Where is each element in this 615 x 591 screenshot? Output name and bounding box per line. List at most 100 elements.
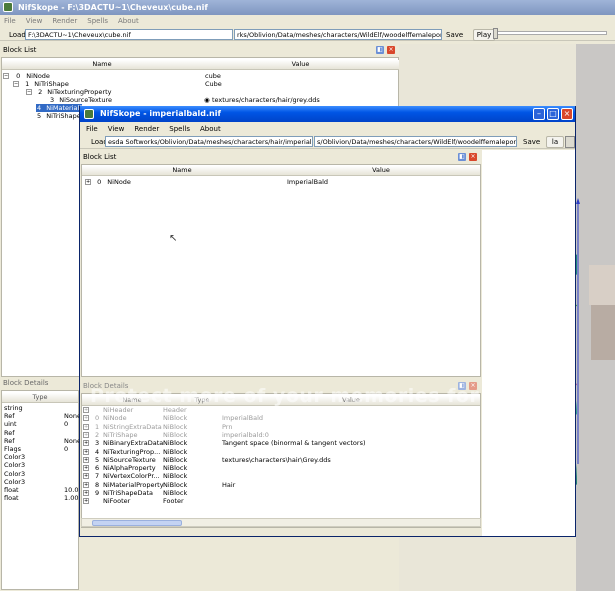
fg-viewport[interactable] — [482, 150, 575, 536]
bg-tree-row[interactable]: − 2 NiTexturingProperty — [26, 88, 393, 96]
bg-details-row[interactable]: Ref None — [4, 412, 81, 420]
bg-menu-render[interactable]: Render — [52, 17, 77, 25]
nifskope-app-icon — [3, 2, 13, 12]
fg-play-button[interactable]: la — [546, 136, 564, 148]
bg-menu-bar: File View Render Spells About — [4, 17, 139, 25]
fg-tree-row[interactable]: + 0 NiNode ImperialBald — [85, 178, 475, 186]
bg-details-row[interactable]: Color3 — [4, 453, 25, 461]
fg-save-button[interactable]: Save — [523, 138, 540, 146]
expand-icon[interactable]: + — [83, 448, 89, 455]
foreground-window: NifSkope - imperialbald.nif – □ × File V… — [79, 106, 576, 537]
bg-details-row[interactable]: Color3 — [4, 478, 25, 486]
bg-details-row[interactable]: Color3 — [4, 470, 25, 478]
bg-details-row[interactable]: Ref None — [4, 437, 81, 445]
fg-details-row[interactable]: + NiHeader Header — [83, 406, 479, 414]
expand-icon[interactable]: + — [83, 431, 89, 438]
fg-menu-render[interactable]: Render — [134, 125, 159, 133]
fg-block-list-float-icon[interactable]: ◧ — [458, 153, 466, 161]
fg-scrollbar-thumb[interactable] — [92, 520, 182, 526]
fg-menu-spells[interactable]: Spells — [169, 125, 190, 133]
expand-icon[interactable]: + — [83, 490, 89, 496]
bg-time-slider-handle[interactable] — [493, 28, 498, 39]
fg-block-list-tree[interactable]: Name Value — [81, 164, 481, 377]
bg-details-row[interactable]: string — [4, 404, 23, 412]
bg-tree-row[interactable]: − 1 NiTriShape Cube — [13, 80, 393, 88]
bg-details-row[interactable]: uint 0 — [4, 420, 68, 428]
fg-details-num: 7 — [95, 472, 100, 481]
bg-details-row[interactable]: float 10.0 — [4, 486, 78, 494]
bg-details-type: Color3 — [4, 453, 26, 462]
expand-icon[interactable]: + — [83, 465, 89, 472]
fg-col-name[interactable]: Name — [82, 166, 282, 176]
bg-menu-about[interactable]: About — [118, 17, 139, 25]
expand-icon[interactable]: + — [83, 423, 89, 430]
bg-row-num: 1 — [25, 80, 30, 88]
bg-details-row[interactable]: Ref — [4, 429, 15, 437]
bg-time-slider[interactable] — [497, 31, 607, 35]
fg-details-row[interactable]: + NiFooter Footer — [83, 497, 479, 505]
fg-details-row[interactable]: +6 NiAlphaProperty NiBlock — [83, 464, 479, 472]
fg-details-type: NiBlock — [163, 489, 188, 497]
bg-tree-row[interactable]: 3 NiSourceTexture ◉ textures/characters/… — [50, 96, 393, 104]
fg-details-row[interactable]: +7 NiVertexColorPr... NiBlock — [83, 472, 479, 480]
fg-details-row[interactable]: +2 NiTriShape NiBlock imperialbald:0 — [83, 431, 479, 439]
collapse-icon[interactable]: − — [26, 89, 32, 95]
fg-save-path-input[interactable]: s/Oblivion/Data/meshes/characters/WildEl… — [314, 136, 517, 147]
fg-details-row[interactable]: +0 NiNode NiBlock ImperialBald — [83, 414, 479, 422]
bg-menu-spells[interactable]: Spells — [87, 17, 108, 25]
collapse-icon[interactable]: − — [13, 81, 19, 87]
expand-icon[interactable]: + — [83, 481, 89, 488]
fg-details-row[interactable]: +5 NiSourceTexture NiBlock textures\charact… — [83, 456, 479, 464]
fg-details-row[interactable]: +4 NiTexturingProp... NiBlock — [83, 448, 479, 456]
bg-load-path-input[interactable]: F:\3DACTU~1\Cheveux\cube.nif — [25, 29, 233, 40]
fg-menu-about[interactable]: About — [200, 125, 221, 133]
bg-col-value[interactable]: Value — [202, 60, 399, 70]
expand-icon[interactable]: + — [83, 456, 89, 463]
bg-block-list-close-icon[interactable]: × — [387, 46, 395, 54]
fg-details-name: NiMaterialProperty — [103, 480, 164, 489]
fg-block-list-close-icon[interactable]: × — [469, 153, 477, 161]
fg-title-bar[interactable]: NifSkope - imperialbald.nif — [80, 106, 575, 122]
fg-details-value: Prn — [222, 422, 233, 431]
fg-details-name: NiFooter — [103, 497, 131, 506]
fg-time-slider-handle[interactable] — [565, 136, 575, 148]
fg-details-value: Hair — [222, 480, 236, 489]
bg-details-row[interactable]: float 1.00 — [4, 494, 78, 502]
bg-title-bar[interactable]: NifSkope - F:\3DACTU~1\Cheveux\cube.nif — [0, 0, 615, 15]
bg-load-button[interactable]: Load — [9, 31, 26, 39]
bg-details-type: Color3 — [4, 469, 26, 478]
bg-details-col-type[interactable]: Type — [2, 393, 78, 403]
bg-tree-row[interactable]: − 0 NiNode cube — [3, 72, 393, 80]
expand-icon[interactable]: + — [83, 415, 89, 422]
maximize-icon[interactable]: □ — [547, 108, 559, 120]
bg-details-row[interactable]: Color3 — [4, 461, 25, 469]
fg-menu-view[interactable]: View — [108, 125, 125, 133]
bg-menu-view[interactable]: View — [26, 17, 43, 25]
bg-menu-file[interactable]: File — [4, 17, 16, 25]
fg-load-path-input[interactable]: esda Softworks/Oblivion/Data/meshes/char… — [105, 136, 313, 147]
fg-details-row[interactable]: +8 NiMaterialProperty NiBlock Hair — [83, 481, 479, 489]
bg-play-button[interactable]: Play — [473, 29, 495, 41]
fg-col-value[interactable]: Value — [282, 166, 480, 176]
expand-icon[interactable]: + — [83, 498, 89, 505]
collapse-icon[interactable]: − — [3, 73, 9, 79]
fg-details-row[interactable]: +9 NiTriShapeData NiBlock — [83, 489, 479, 497]
expand-icon[interactable]: + — [83, 440, 89, 447]
bg-tree-row-selected[interactable]: 4 NiMaterialPr — [36, 104, 86, 112]
bg-details-row[interactable]: Flags 0 — [4, 445, 68, 453]
fg-details-row[interactable]: +3 NiBinaryExtraData NiBlock Tangent space … — [83, 439, 479, 447]
expand-icon[interactable]: + — [85, 179, 91, 185]
expand-icon[interactable]: + — [83, 473, 89, 480]
fg-menu-file[interactable]: File — [86, 125, 98, 133]
fg-details-row[interactable]: +1 NiStringExtraData NiBlock Prn — [83, 423, 479, 431]
bg-block-list-float-icon[interactable]: ◧ — [376, 46, 384, 54]
fg-details-num: 0 — [95, 414, 100, 423]
fg-details-type: NiBlock — [163, 439, 188, 448]
expand-icon[interactable]: + — [83, 407, 89, 413]
minimize-icon[interactable]: – — [533, 108, 545, 120]
bg-save-button[interactable]: Save — [446, 31, 463, 39]
bg-save-path-input[interactable]: rks/Oblivion/Data/meshes/characters/Wild… — [234, 29, 442, 40]
bg-col-name[interactable]: Name — [2, 60, 202, 70]
close-icon[interactable]: × — [561, 108, 573, 120]
bg-tree-row[interactable]: 5 NiTriShapeI — [37, 112, 83, 120]
